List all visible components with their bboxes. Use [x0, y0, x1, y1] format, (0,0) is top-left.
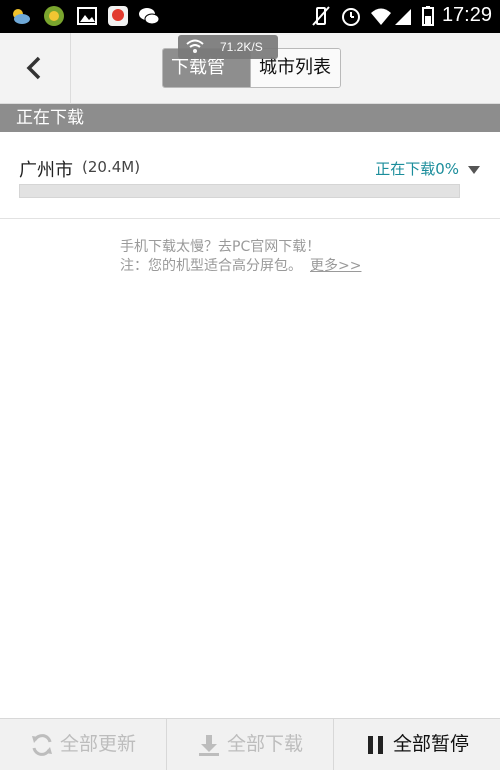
- signal-icon: [395, 9, 411, 25]
- chevron-left-icon: [26, 56, 41, 80]
- vibrate-off-icon: [312, 6, 330, 26]
- wifi-icon: [186, 39, 204, 53]
- app-du-icon: [108, 6, 128, 26]
- weather-icon: [13, 9, 30, 24]
- section-title-downloading: 正在下载: [0, 104, 500, 132]
- pause-icon: [367, 735, 383, 754]
- progress-bar: [19, 184, 460, 198]
- wechat-icon: [139, 8, 160, 25]
- notice-pc-download: 手机下载太慢？去PC官网下载！: [120, 239, 321, 255]
- network-speed-overlay: 71.2K/S: [178, 35, 278, 59]
- refresh-icon: [31, 733, 52, 756]
- clock-time: 17:29: [441, 4, 492, 26]
- package-size: (20.4M): [82, 158, 141, 176]
- back-button[interactable]: [0, 33, 71, 103]
- bottom-action-bar: 全部更新 全部下载 全部暂停: [0, 718, 500, 770]
- download-icon: [198, 734, 219, 756]
- notice-line-2: 注：您的机型适合高分屏包。 更多>>: [120, 255, 361, 275]
- download-status: 正在下载0%: [375, 160, 459, 178]
- battery-icon: [422, 6, 434, 26]
- city-name: 广州市: [19, 160, 73, 181]
- download-item[interactable]: 广州市 (20.4M) 正在下载0%: [0, 132, 500, 219]
- more-link[interactable]: 更多>>: [310, 258, 361, 274]
- game-icon: [44, 6, 64, 26]
- alarm-icon: [342, 8, 360, 26]
- dropdown-arrow-icon[interactable]: [468, 166, 480, 174]
- pause-all-label: 全部暂停: [392, 733, 469, 755]
- wifi-icon: [371, 8, 391, 25]
- download-all-label: 全部下载: [226, 733, 303, 755]
- update-all-label: 全部更新: [59, 733, 136, 755]
- download-all-button[interactable]: 全部下载: [167, 719, 334, 770]
- pause-all-button[interactable]: 全部暂停: [334, 719, 500, 770]
- notice-device-text: 注：您的机型适合高分屏包。: [120, 258, 302, 274]
- top-nav-bar: 下载管理 城市列表 71.2K/S: [0, 33, 500, 104]
- network-speed-text: 71.2K/S: [220, 40, 263, 54]
- gallery-icon: [77, 7, 97, 25]
- status-bar: 17:29: [0, 0, 500, 33]
- update-all-button[interactable]: 全部更新: [0, 719, 167, 770]
